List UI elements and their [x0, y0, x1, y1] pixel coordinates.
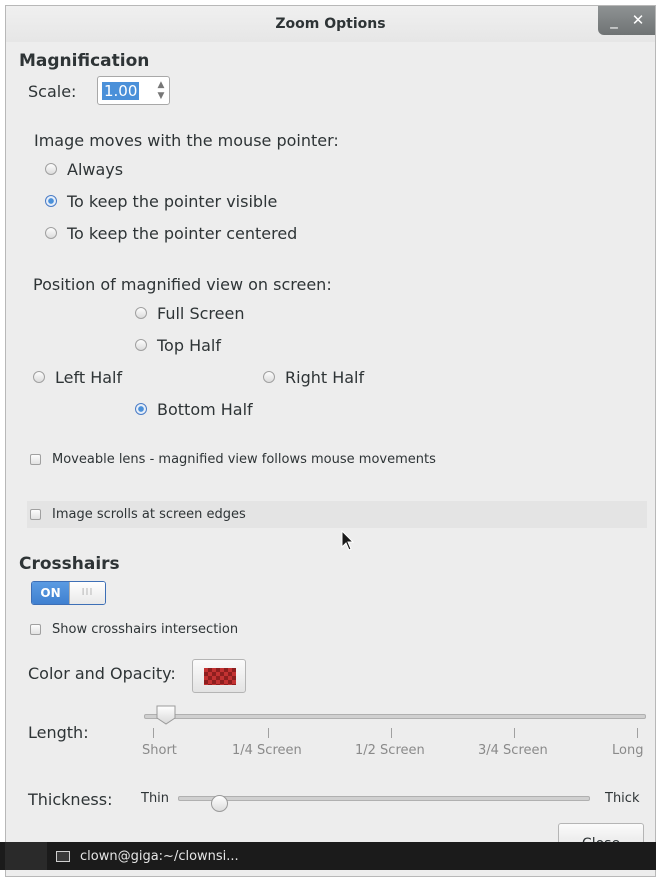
length-slider-handle[interactable] [155, 705, 177, 725]
color-swatch [204, 668, 236, 685]
radio-top-half[interactable] [135, 339, 147, 351]
thickness-min-label: Thin [141, 791, 170, 806]
crosshairs-switch[interactable]: ON III [31, 581, 106, 605]
show-intersection-label[interactable]: Show crosshairs intersection [52, 622, 238, 637]
minimize-button[interactable]: _ [604, 10, 624, 30]
color-opacity-label: Color and Opacity: [28, 664, 176, 683]
radio-top-half-label[interactable]: Top Half [157, 336, 221, 355]
terminal-icon [56, 851, 70, 862]
screen-edges-label[interactable]: Image scrolls at screen edges [52, 507, 246, 522]
window-controls: _ ✕ [598, 6, 655, 35]
radio-right-half[interactable] [263, 371, 275, 383]
scale-label: Scale: [28, 82, 77, 101]
length-tick [153, 728, 154, 738]
scale-value[interactable]: 1.00 [102, 82, 140, 100]
length-tick [391, 728, 392, 738]
taskbar-terminal-item[interactable]: clown@giga:~/clownsi... [56, 849, 239, 864]
title-bar[interactable]: Zoom Options _ ✕ [6, 6, 655, 42]
show-intersection-checkbox[interactable] [30, 624, 41, 635]
radio-keep-visible-label[interactable]: To keep the pointer visible [67, 192, 277, 211]
scale-spinbutton[interactable]: 1.00 ▲ ▼ [97, 76, 170, 105]
moveable-lens-label[interactable]: Moveable lens - magnified view follows m… [52, 452, 436, 467]
zoom-options-dialog: Zoom Options _ ✕ Magnification Scale: 1.… [5, 5, 656, 877]
radio-always[interactable] [45, 163, 57, 175]
taskbar: clown@giga:~/clownsi... [0, 842, 656, 870]
switch-knob[interactable]: III [69, 582, 105, 604]
length-label: Length: [28, 723, 89, 742]
crosshairs-heading: Crosshairs [19, 554, 120, 574]
mouse-cursor-icon [341, 530, 355, 551]
position-heading: Position of magnified view on screen: [33, 275, 332, 294]
close-window-button[interactable]: ✕ [628, 10, 648, 30]
length-tick [514, 728, 515, 738]
length-tick-label: 1/4 Screen [232, 743, 302, 758]
taskbar-launcher[interactable] [5, 842, 47, 870]
length-tick [268, 728, 269, 738]
thickness-label: Thickness: [28, 790, 113, 809]
radio-keep-centered[interactable] [45, 227, 57, 239]
moveable-lens-checkbox[interactable] [30, 454, 41, 465]
radio-keep-centered-label[interactable]: To keep the pointer centered [67, 224, 297, 243]
decrement-arrow-icon[interactable]: ▼ [156, 91, 166, 102]
radio-left-half[interactable] [33, 371, 45, 383]
length-tick-label: Short [142, 743, 177, 758]
radio-right-half-label[interactable]: Right Half [285, 368, 364, 387]
radio-keep-visible[interactable] [45, 195, 57, 207]
radio-left-half-label[interactable]: Left Half [55, 368, 122, 387]
radio-bottom-half[interactable] [135, 403, 147, 415]
thickness-max-label: Thick [605, 791, 640, 806]
thickness-slider-trough[interactable] [178, 796, 590, 801]
taskbar-terminal-label: clown@giga:~/clownsi... [80, 849, 239, 864]
length-tick [637, 728, 638, 738]
thickness-slider-handle[interactable] [211, 795, 228, 812]
radio-bottom-half-label[interactable]: Bottom Half [157, 400, 253, 419]
length-slider-trough[interactable] [144, 714, 646, 719]
switch-on-label: ON [32, 582, 69, 604]
length-tick-label: 3/4 Screen [478, 743, 548, 758]
magnification-heading: Magnification [19, 51, 150, 71]
radio-full-screen-label[interactable]: Full Screen [157, 304, 244, 323]
increment-arrow-icon[interactable]: ▲ [156, 80, 166, 91]
color-picker-button[interactable] [192, 659, 246, 693]
mouse-tracking-heading: Image moves with the mouse pointer: [34, 131, 339, 150]
radio-full-screen[interactable] [135, 307, 147, 319]
window-title: Zoom Options [275, 16, 386, 32]
screen-edges-checkbox[interactable] [30, 509, 41, 520]
length-tick-label: 1/2 Screen [355, 743, 425, 758]
radio-always-label[interactable]: Always [67, 160, 123, 179]
length-tick-label: Long [612, 743, 644, 758]
